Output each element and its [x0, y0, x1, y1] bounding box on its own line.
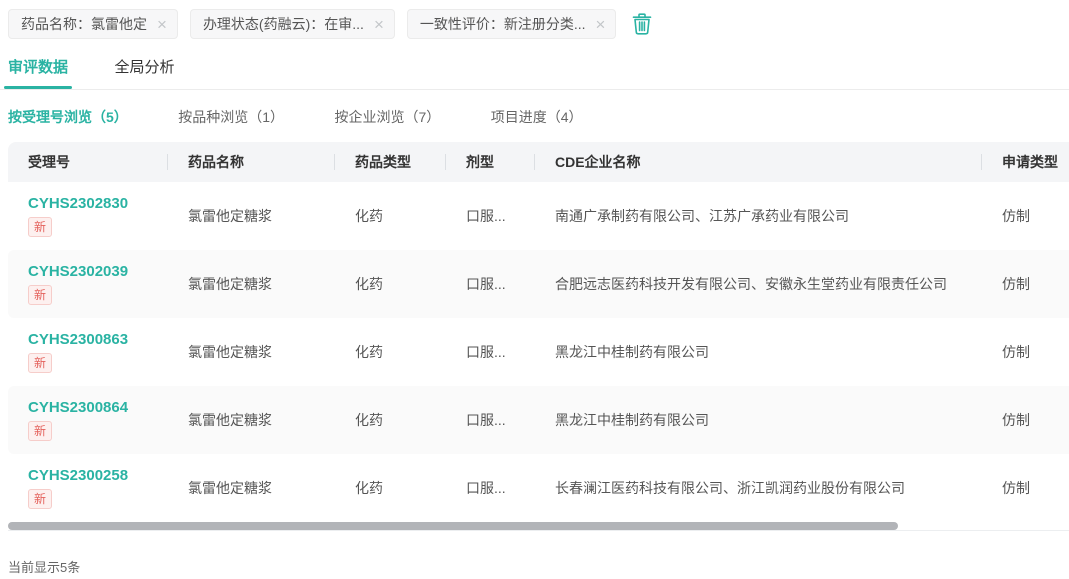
application-type-cell: 仿制 [982, 274, 1069, 294]
review-data-page: 药品名称：氯雷他定 × 办理状态(药融云)：在审... × 一致性评价：新注册分… [0, 0, 1069, 579]
column-header-drug-type: 药品类型 [335, 152, 446, 172]
column-header-acceptance-no: 受理号 [8, 152, 168, 172]
drug-type-cell: 化药 [335, 478, 446, 498]
drug-name-cell: 氯雷他定糖浆 [168, 206, 335, 226]
application-type-cell: 仿制 [982, 342, 1069, 362]
column-header-cde-company: CDE企业名称 [535, 152, 982, 172]
scrollbar-thumb[interactable] [8, 522, 898, 530]
new-badge: 新 [28, 353, 52, 373]
new-badge: 新 [28, 421, 52, 441]
subtab-project-progress[interactable]: 项目进度（4） [491, 107, 583, 127]
drug-type-cell: 化药 [335, 410, 446, 430]
table-header-row: 受理号 药品名称 药品类型 剂型 CDE企业名称 申请类型 [8, 142, 1069, 182]
company-cell: 南通广承制药有限公司、江苏广承药业有限公司 [535, 206, 982, 226]
subtab-by-acceptance-no[interactable]: 按受理号浏览（5） [8, 107, 128, 127]
subtab-bar: 按受理号浏览（5） 按品种浏览（1） 按企业浏览（7） 项目进度（4） [0, 90, 1069, 142]
acceptance-no-link[interactable]: CYHS2302830 [28, 195, 128, 212]
company-cell: 黑龙江中桂制药有限公司 [535, 410, 982, 430]
dosage-form-cell: 口服... [446, 274, 535, 294]
drug-type-cell: 化药 [335, 274, 446, 294]
result-count-text: 当前显示5条 [8, 557, 1069, 576]
company-cell: 合肥远志医药科技开发有限公司、安徽永生堂药业有限责任公司 [535, 274, 982, 294]
subtab-by-variety[interactable]: 按品种浏览（1） [178, 107, 284, 127]
dosage-form-cell: 口服... [446, 410, 535, 430]
table-row: CYHS2300863 新 氯雷他定糖浆 化药 口服... 黑龙江中桂制药有限公… [8, 318, 1069, 386]
trash-icon[interactable] [632, 13, 652, 35]
dosage-form-cell: 口服... [446, 206, 535, 226]
close-icon[interactable]: × [596, 16, 606, 33]
new-badge: 新 [28, 489, 52, 509]
filter-tag-label: 办理状态(药融云)：在审... [203, 14, 364, 34]
new-badge: 新 [28, 285, 52, 305]
close-icon[interactable]: × [374, 16, 384, 33]
company-cell: 黑龙江中桂制药有限公司 [535, 342, 982, 362]
application-type-cell: 仿制 [982, 410, 1069, 430]
table-row: CYHS2302039 新 氯雷他定糖浆 化药 口服... 合肥远志医药科技开发… [8, 250, 1069, 318]
tab-global-analysis[interactable]: 全局分析 [114, 56, 174, 89]
drug-type-cell: 化药 [335, 206, 446, 226]
horizontal-scrollbar[interactable] [8, 522, 1069, 531]
table-row: CYHS2300258 新 氯雷他定糖浆 化药 口服... 长春澜江医药科技有限… [8, 454, 1069, 522]
dosage-form-cell: 口服... [446, 342, 535, 362]
column-header-drug-name: 药品名称 [168, 152, 335, 172]
results-table: 受理号 药品名称 药品类型 剂型 CDE企业名称 申请类型 CYHS230283… [8, 142, 1069, 522]
acceptance-no-link[interactable]: CYHS2300258 [28, 467, 128, 484]
main-tab-bar: 审评数据 全局分析 [0, 56, 1069, 90]
filter-bar: 药品名称：氯雷他定 × 办理状态(药融云)：在审... × 一致性评价：新注册分… [0, 0, 1069, 39]
drug-name-cell: 氯雷他定糖浆 [168, 478, 335, 498]
table-row: CYHS2300864 新 氯雷他定糖浆 化药 口服... 黑龙江中桂制药有限公… [8, 386, 1069, 454]
close-icon[interactable]: × [157, 16, 167, 33]
dosage-form-cell: 口服... [446, 478, 535, 498]
filter-tag-process-status[interactable]: 办理状态(药融云)：在审... × [190, 9, 395, 39]
acceptance-no-link[interactable]: CYHS2300863 [28, 331, 128, 348]
acceptance-no-link[interactable]: CYHS2300864 [28, 399, 128, 416]
application-type-cell: 仿制 [982, 478, 1069, 498]
new-badge: 新 [28, 217, 52, 237]
subtab-by-company[interactable]: 按企业浏览（7） [335, 107, 441, 127]
column-header-dosage-form: 剂型 [446, 152, 535, 172]
filter-tag-label: 一致性评价：新注册分类... [420, 14, 586, 34]
filter-tag-consistency-eval[interactable]: 一致性评价：新注册分类... × [407, 9, 617, 39]
drug-type-cell: 化药 [335, 342, 446, 362]
table-row: CYHS2302830 新 氯雷他定糖浆 化药 口服... 南通广承制药有限公司… [8, 182, 1069, 250]
application-type-cell: 仿制 [982, 206, 1069, 226]
column-header-application-type: 申请类型 [982, 152, 1069, 172]
tab-review-data[interactable]: 审评数据 [8, 56, 68, 89]
drug-name-cell: 氯雷他定糖浆 [168, 274, 335, 294]
company-cell: 长春澜江医药科技有限公司、浙江凯润药业股份有限公司 [535, 478, 982, 498]
acceptance-no-link[interactable]: CYHS2302039 [28, 263, 128, 280]
drug-name-cell: 氯雷他定糖浆 [168, 342, 335, 362]
filter-tag-label: 药品名称：氯雷他定 [21, 14, 147, 34]
filter-tag-drug-name[interactable]: 药品名称：氯雷他定 × [8, 9, 178, 39]
drug-name-cell: 氯雷他定糖浆 [168, 410, 335, 430]
